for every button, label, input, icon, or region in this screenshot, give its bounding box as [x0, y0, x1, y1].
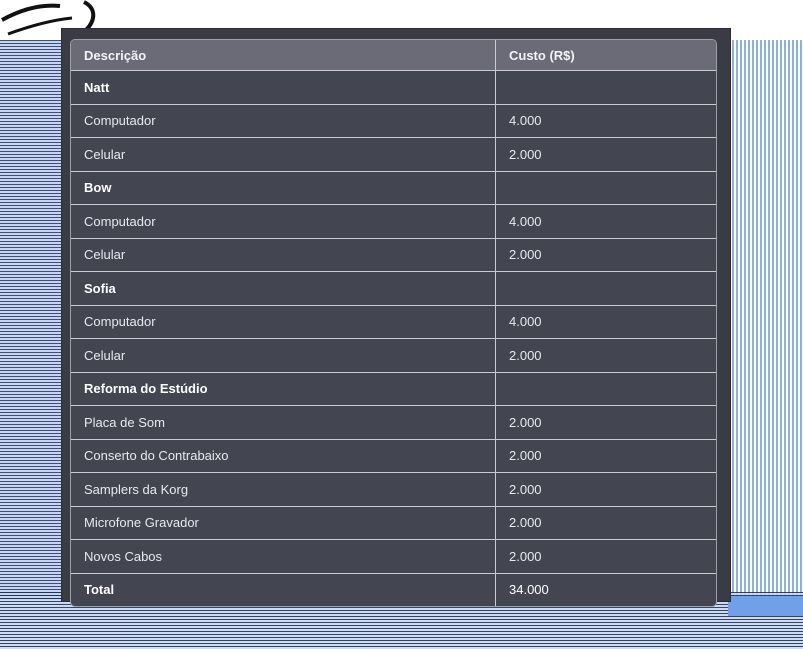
- cost-cell: [495, 271, 716, 306]
- description-cell: Placa de Som: [71, 405, 496, 440]
- description-cell: Computador: [71, 204, 496, 239]
- table-group-row: Natt: [71, 70, 716, 105]
- background-stripes-left: [0, 40, 70, 600]
- table-group-row: Sofia: [71, 271, 716, 306]
- table-row: Computador 4.000: [71, 104, 716, 138]
- table-row: Placa de Som 2.000: [71, 405, 716, 440]
- table-row: Celular 2.000: [71, 338, 716, 373]
- cost-cell: 4.000: [495, 305, 716, 339]
- cost-cell: [495, 372, 716, 406]
- header-cost: Custo (R$): [495, 40, 716, 71]
- description-cell: Computador: [71, 104, 496, 138]
- cost-cell: 2.000: [495, 472, 716, 507]
- description-cell: Microfone Gravador: [71, 506, 496, 540]
- table-total-row: Total 34.000: [71, 573, 716, 606]
- description-cell: Natt: [71, 70, 496, 105]
- cost-cell: 2.000: [495, 137, 716, 172]
- description-cell: Celular: [71, 137, 496, 172]
- cost-cell: 34.000: [509, 582, 549, 598]
- cost-cell: 2.000: [495, 439, 716, 473]
- cost-cell: 4.000: [495, 104, 716, 138]
- table-group-row: Bow: [71, 171, 716, 205]
- description-cell: Reforma do Estúdio: [71, 372, 496, 406]
- cost-cell: [495, 70, 716, 105]
- cost-cell: [495, 171, 716, 205]
- table-group-row: Reforma do Estúdio: [71, 372, 716, 406]
- description-cell: Computador: [71, 305, 496, 339]
- description-cell: Samplers da Korg: [71, 472, 496, 507]
- cost-cell: 2.000: [495, 405, 716, 440]
- description-cell: Sofia: [71, 271, 496, 306]
- table-row: Conserto do Contrabaixo 2.000: [71, 439, 716, 473]
- description-cell: Conserto do Contrabaixo: [71, 439, 496, 473]
- cost-cell: 2.000: [495, 539, 716, 574]
- table-body: Natt Computador 4.000 Celular 2.000 Bow Comput…: [71, 70, 716, 606]
- cost-cell: 2.000: [495, 338, 716, 373]
- description-cell: Celular: [71, 238, 496, 272]
- table-row: Samplers da Korg 2.000: [71, 472, 716, 507]
- background-stripes-right: [728, 40, 803, 610]
- cost-table: Descrição Custo (R$) Natt Computador 4.000…: [71, 40, 716, 606]
- table-row: Computador 4.000: [71, 204, 716, 239]
- table-row: Celular 2.000: [71, 137, 716, 172]
- table-row: Celular 2.000: [71, 238, 716, 272]
- cost-cell: 2.000: [495, 506, 716, 540]
- table-row: Novos Cabos 2.000: [71, 539, 716, 574]
- cost-table-container: Descrição Custo (R$) Natt Computador 4.000…: [70, 39, 717, 607]
- description-cell: Novos Cabos: [71, 539, 496, 574]
- description-cell: Total: [71, 573, 496, 606]
- table-row: Microfone Gravador 2.000: [71, 506, 716, 540]
- description-cell: Bow: [71, 171, 496, 205]
- background-accent: [728, 596, 803, 616]
- description-cell: Celular: [71, 338, 496, 373]
- cost-cell: 4.000: [495, 204, 716, 239]
- table-header-row: Descrição Custo (R$): [71, 40, 716, 71]
- header-description: Descrição: [71, 40, 496, 71]
- table-row: Computador 4.000: [71, 305, 716, 339]
- cost-cell: 2.000: [495, 238, 716, 272]
